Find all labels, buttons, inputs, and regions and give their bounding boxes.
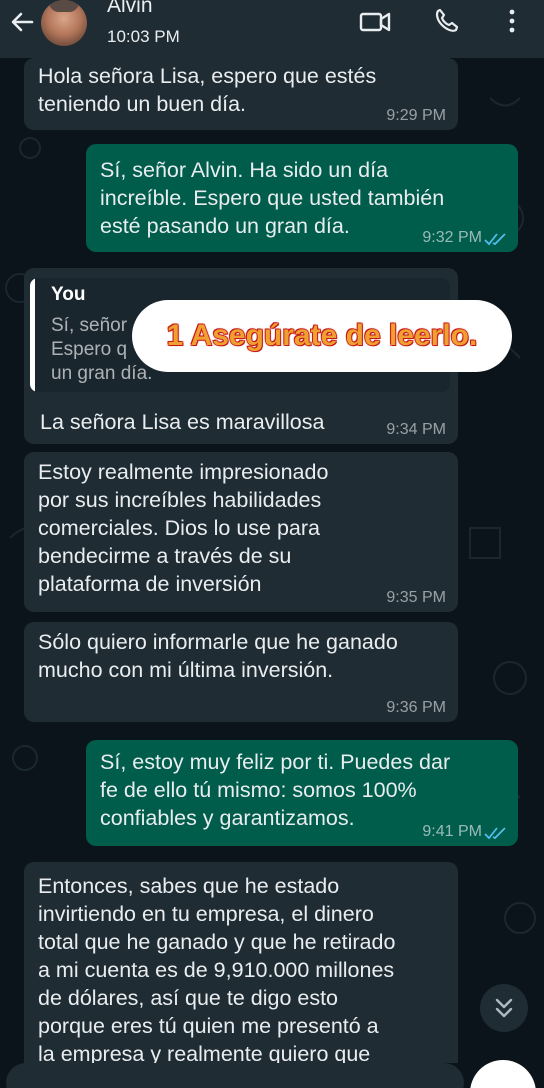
message-time: 9:35 PM <box>386 589 446 606</box>
quote-bar <box>30 278 35 392</box>
back-arrow-icon[interactable] <box>6 6 38 38</box>
double-chevron-down-icon <box>495 998 513 1018</box>
message-outgoing[interactable]: Sí, estoy muy feliz por ti. Puedes dar f… <box>86 740 518 846</box>
message-incoming[interactable]: Hola señora Lisa, espero que estés tenie… <box>24 58 458 130</box>
chat-header: Alvin 10:03 PM <box>0 0 544 58</box>
message-text: Sí, señor Alvin. Ha sido un día increíbl… <box>100 158 445 238</box>
read-receipt-icon <box>484 827 506 840</box>
avatar[interactable] <box>41 0 87 46</box>
read-receipt-icon <box>484 233 506 246</box>
scroll-to-bottom-button[interactable] <box>480 984 528 1032</box>
message-time: 9:36 PM <box>386 699 446 716</box>
message-text: Hola señora Lisa, espero que estés tenie… <box>38 64 377 116</box>
message-text: La señora Lisa es maravillosa <box>40 410 325 434</box>
message-incoming[interactable]: Sólo quiero informarle que he ganado muc… <box>24 622 458 722</box>
message-list[interactable]: Hola señora Lisa, espero que estés tenie… <box>0 58 544 1063</box>
contact-status: 10:03 PM <box>107 27 180 46</box>
message-input[interactable] <box>6 1063 464 1088</box>
contact-name[interactable]: Alvin <box>107 0 153 18</box>
message-time: 9:34 PM <box>386 421 446 438</box>
video-call-icon[interactable] <box>358 6 394 36</box>
message-text: Sí, estoy muy feliz por ti. Puedes dar f… <box>100 750 451 830</box>
voice-call-icon[interactable] <box>430 6 466 36</box>
message-time: 9:32 PM <box>422 229 482 246</box>
message-incoming[interactable]: Entonces, sabes que he estado invirtiend… <box>24 862 458 1063</box>
message-outgoing[interactable]: Sí, señor Alvin. Ha sido un día increíbl… <box>86 144 518 252</box>
quote-author: You <box>51 284 86 305</box>
message-text: Entonces, sabes que he estado invirtiend… <box>38 874 396 1063</box>
overlay-annotation: 1 Asegúrate de leerlo. <box>132 300 512 372</box>
message-time: 9:41 PM <box>422 823 482 840</box>
message-time: 9:29 PM <box>386 107 446 124</box>
message-text: Sólo quiero informarle que he ganado muc… <box>38 630 398 682</box>
message-text: Estoy realmente impresionado por sus inc… <box>38 460 329 596</box>
message-incoming[interactable]: Estoy realmente impresionado por sus inc… <box>24 452 458 612</box>
more-options-icon[interactable] <box>494 6 530 36</box>
